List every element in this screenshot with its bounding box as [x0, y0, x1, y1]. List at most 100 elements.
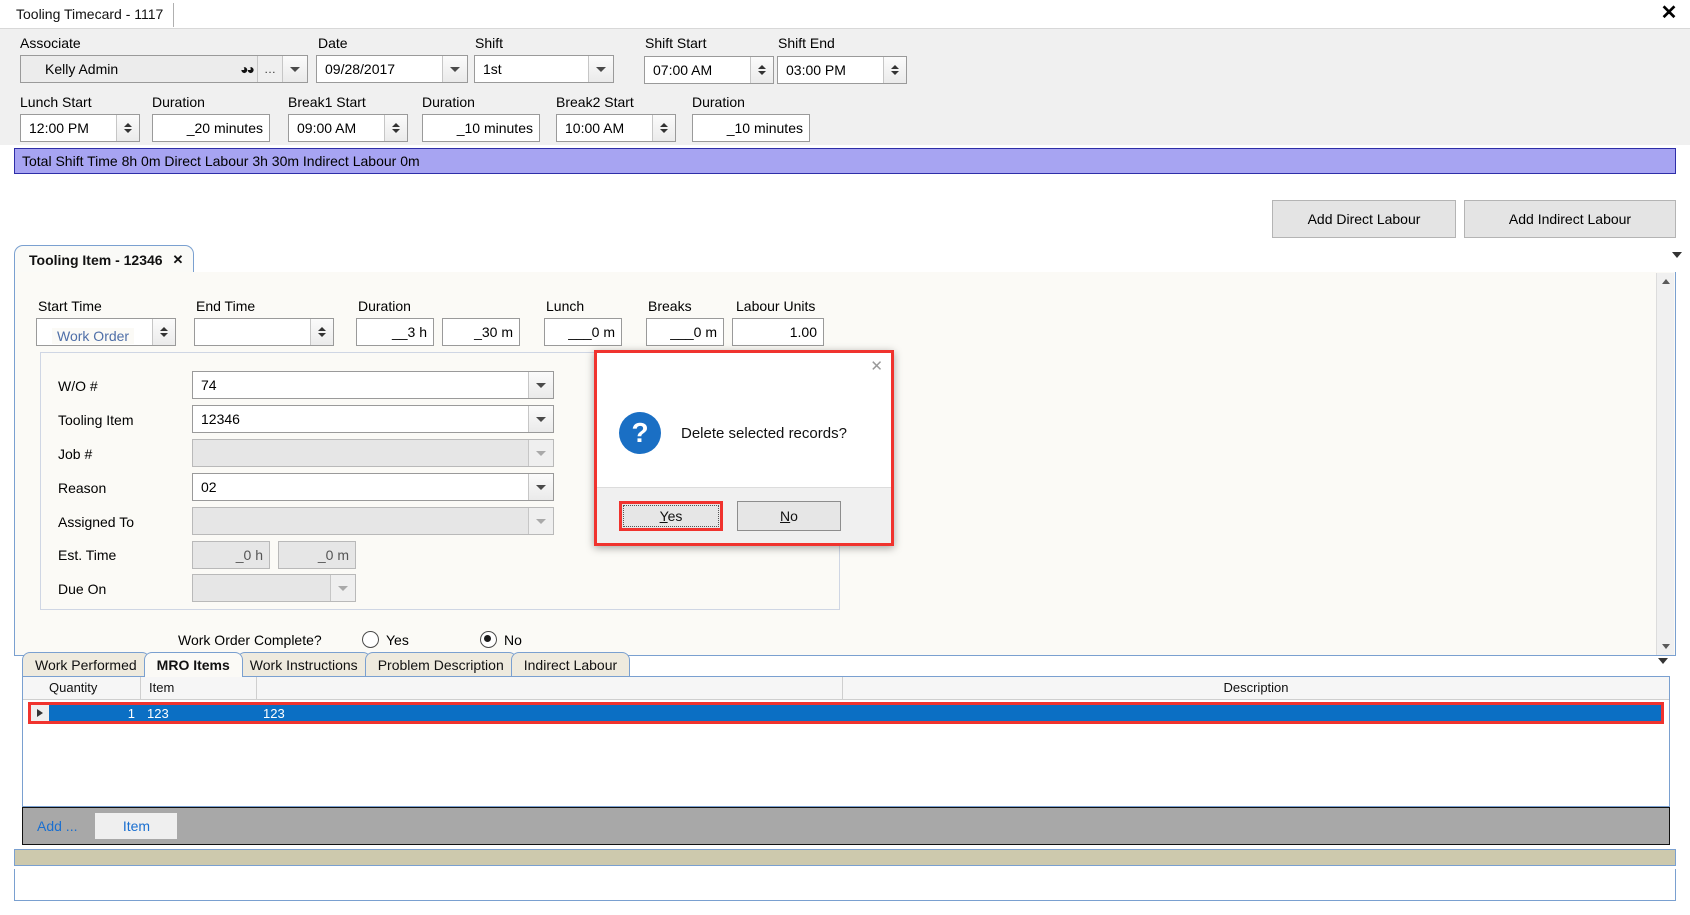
- close-icon[interactable]: ✕: [1658, 3, 1680, 25]
- est-time-hours-field: _0 h: [192, 541, 270, 569]
- date-field[interactable]: 09/28/2017: [316, 55, 468, 83]
- lunch-duration-field[interactable]: _20 minutes: [152, 114, 270, 142]
- labour-units-field[interactable]: 1.00: [732, 318, 824, 346]
- shift-start-stepper[interactable]: [750, 57, 773, 83]
- labour-units-label: Labour Units: [736, 298, 816, 314]
- duration-minutes-field[interactable]: _30 m: [442, 318, 520, 346]
- date-dropdown-button[interactable]: [442, 56, 467, 82]
- radio-yes-icon[interactable]: [362, 631, 379, 648]
- est-time-label: Est. Time: [58, 547, 117, 563]
- cell-description: [843, 705, 1661, 721]
- end-time-label: End Time: [196, 298, 256, 314]
- chevron-down-icon[interactable]: [1672, 252, 1682, 258]
- inner-tab-tooling-item[interactable]: Tooling Item - 12346 ✕: [14, 245, 195, 273]
- work-order-complete-yes-radio[interactable]: Yes: [362, 631, 409, 648]
- dialog-no-button[interactable]: No: [737, 500, 841, 531]
- break2-duration-field[interactable]: _10 minutes: [692, 114, 810, 142]
- table-row[interactable]: 1 123 123: [28, 702, 1664, 724]
- break1-start-field[interactable]: 09:00 AM: [288, 114, 408, 142]
- window-tab-strip: Tooling Timecard - 1117 ✕: [0, 0, 1690, 28]
- job-number-field: [192, 439, 554, 467]
- radio-no-icon[interactable]: [480, 631, 497, 648]
- reason-field[interactable]: 02: [192, 473, 554, 501]
- grid-column-item[interactable]: Item: [141, 677, 257, 699]
- dialog-yes-button[interactable]: Yes: [619, 500, 723, 531]
- associate-field[interactable]: Kelly Admin ◕◕ …: [20, 55, 308, 83]
- end-time-stepper[interactable]: [310, 319, 333, 345]
- scroll-down-icon[interactable]: [1657, 638, 1674, 655]
- grid-column-quantity[interactable]: Quantity: [41, 677, 141, 699]
- tab-work-performed[interactable]: Work Performed: [22, 652, 150, 677]
- shift-summary-banner: Total Shift Time 8h 0m Direct Labour 3h …: [14, 148, 1676, 174]
- add-indirect-labour-button[interactable]: Add Indirect Labour: [1464, 200, 1676, 238]
- break1-start-stepper[interactable]: [384, 115, 407, 141]
- panel-vertical-scrollbar[interactable]: [1656, 273, 1674, 655]
- shift-end-label: Shift End: [778, 35, 835, 51]
- add-direct-labour-button[interactable]: Add Direct Labour: [1272, 200, 1456, 238]
- document-tab-tooling-timecard[interactable]: Tooling Timecard - 1117: [8, 3, 175, 27]
- shift-field[interactable]: 1st: [474, 55, 614, 83]
- lunch-start-label: Lunch Start: [20, 94, 92, 110]
- grid-column-blank[interactable]: [257, 677, 843, 699]
- break2-start-stepper[interactable]: [652, 115, 675, 141]
- shift-start-field[interactable]: 07:00 AM: [644, 56, 774, 84]
- associate-dropdown-button[interactable]: [282, 56, 307, 82]
- associate-browse-button[interactable]: …: [257, 56, 282, 82]
- shift-label: Shift: [475, 35, 504, 51]
- due-on-label: Due On: [58, 581, 107, 597]
- radio-yes-label: Yes: [386, 631, 409, 648]
- work-order-group-title: Work Order: [52, 328, 135, 344]
- tooling-item-field[interactable]: 12346: [192, 405, 554, 433]
- duration-label: Duration: [358, 298, 411, 314]
- end-time-field[interactable]: [194, 318, 334, 346]
- wo-number-dropdown-button[interactable]: [528, 372, 553, 398]
- tab-mro-items[interactable]: MRO Items: [143, 652, 243, 677]
- shift-summary-text: Total Shift Time 8h 0m Direct Labour 3h …: [22, 153, 420, 169]
- inner-tab-close-icon[interactable]: ✕: [173, 252, 184, 268]
- lunch-label: Lunch: [546, 298, 585, 314]
- due-on-dropdown-button: [330, 575, 355, 601]
- tab-indirect-labour[interactable]: Indirect Labour: [510, 652, 631, 677]
- radio-no-label: No: [504, 631, 522, 648]
- shift-end-stepper[interactable]: [883, 57, 906, 83]
- shift-end-field[interactable]: 03:00 PM: [777, 56, 907, 84]
- dialog-titlebar: ✕: [597, 353, 891, 379]
- tab-problem-description[interactable]: Problem Description: [364, 652, 517, 677]
- reason-dropdown-button[interactable]: [528, 474, 553, 500]
- lunch-duration-label: Duration: [152, 94, 205, 110]
- question-icon: ?: [619, 412, 661, 454]
- break2-start-field[interactable]: 10:00 AM: [556, 114, 676, 142]
- dialog-close-icon[interactable]: ✕: [870, 357, 883, 375]
- inner-tab-label: Tooling Item - 12346: [29, 251, 163, 268]
- wo-number-label: W/O #: [58, 378, 98, 394]
- wo-number-field[interactable]: 74: [192, 371, 554, 399]
- lunch-start-stepper[interactable]: [116, 115, 139, 141]
- bottom-status-pane: [14, 869, 1676, 901]
- job-number-label: Job #: [58, 446, 93, 462]
- row-selector-icon[interactable]: [31, 705, 49, 721]
- tooling-item-dropdown-button[interactable]: [528, 406, 553, 432]
- est-time-minutes-field: _0 m: [278, 541, 356, 569]
- lunch-start-field[interactable]: 12:00 PM: [20, 114, 140, 142]
- scroll-up-icon[interactable]: [1657, 273, 1674, 290]
- lunch-minutes-field[interactable]: ___0 m: [544, 318, 622, 346]
- yes-accel: Y: [659, 507, 668, 524]
- delete-confirmation-dialog: ✕ ? Delete selected records? Yes No: [594, 350, 894, 546]
- binoculars-icon[interactable]: ◕◕: [240, 61, 257, 77]
- shift-dropdown-button[interactable]: [588, 56, 613, 82]
- duration-hours-field[interactable]: __3 h: [356, 318, 434, 346]
- break1-duration-field[interactable]: _10 minutes: [422, 114, 540, 142]
- panel-chevron-down-icon[interactable]: [1658, 658, 1668, 664]
- grid-column-description[interactable]: Description: [843, 677, 1669, 699]
- assigned-to-field: [192, 507, 554, 535]
- grid-horizontal-scrollbar[interactable]: [14, 849, 1676, 866]
- start-time-stepper[interactable]: [152, 319, 175, 345]
- work-order-complete-no-radio[interactable]: No: [480, 631, 522, 648]
- tab-work-instructions[interactable]: Work Instructions: [236, 652, 371, 677]
- add-item-button[interactable]: Item: [95, 813, 178, 839]
- breaks-minutes-field[interactable]: ___0 m: [646, 318, 724, 346]
- reason-label: Reason: [58, 480, 107, 496]
- break2-duration-label: Duration: [692, 94, 745, 110]
- break1-start-label: Break1 Start: [288, 94, 366, 110]
- mro-items-grid[interactable]: Quantity Item Description 1 123 123: [22, 676, 1670, 807]
